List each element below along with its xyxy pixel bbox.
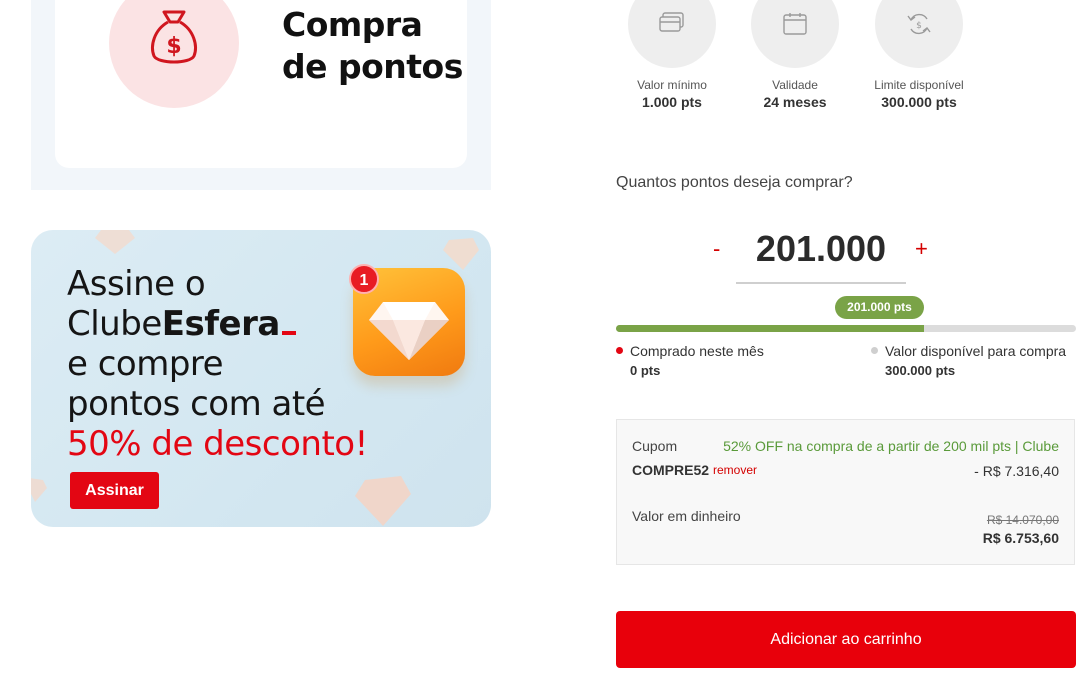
purchase-points-card-inner: $ Compra de pontos [55, 0, 467, 168]
clube-text: Clube [67, 304, 162, 344]
subscribe-button[interactable]: Assinar [70, 472, 159, 509]
banner-line-1: Assine o [67, 264, 206, 304]
banner-discount-text: 50% de desconto! [67, 424, 368, 464]
diamond-decoration-icon [443, 238, 479, 270]
svg-text:$: $ [916, 21, 922, 31]
purchase-points-title: Compra de pontos [282, 4, 463, 88]
banner-line-2: ClubeEsfera [67, 304, 296, 344]
purchase-progress-bar [616, 325, 1076, 332]
diamond-decoration-icon [355, 476, 411, 526]
diamond-decoration-icon [31, 478, 47, 502]
feature-value: 300.000 pts [881, 94, 957, 110]
svg-text:$: $ [166, 34, 181, 59]
banner-line-4: pontos com até [67, 384, 326, 424]
cash-value-label: Valor em dinheiro [632, 508, 741, 524]
feature-value: 1.000 pts [642, 94, 702, 110]
title-line-1: Compra [282, 5, 423, 44]
feature-validity: Validade 24 meses [740, 0, 850, 110]
legend-bought-value: 0 pts [630, 363, 661, 378]
diamond-decoration-icon [95, 230, 135, 254]
coupon-label: Cupom [632, 438, 678, 454]
esfera-text: Esfera [161, 304, 281, 344]
progress-tooltip: 201.000 pts [835, 296, 924, 319]
increment-button[interactable]: + [915, 236, 928, 262]
calendar-icon [751, 0, 839, 68]
quantity-input[interactable]: 201.000 [736, 224, 906, 284]
purchase-points-card: $ Compra de pontos [31, 0, 491, 190]
legend-bought-label: Comprado neste mês [630, 343, 764, 359]
feature-min-value: Valor mínimo 1.000 pts [617, 0, 727, 110]
clube-esfera-banner[interactable]: Assine o ClubeEsfera e compre pontos com… [31, 230, 491, 527]
money-bag-icon: $ [109, 0, 239, 108]
bought-dot-icon [616, 347, 623, 354]
legend-available-value: 300.000 pts [885, 363, 956, 378]
remove-coupon-link[interactable]: remover [713, 463, 757, 477]
available-dot-icon [871, 347, 878, 354]
decrement-button[interactable]: - [713, 236, 720, 262]
banner-line-3: e compre [67, 344, 224, 384]
coupon-promo-text: 52% OFF na compra de a partir de 200 mil… [723, 438, 1059, 454]
notification-badge: 1 [349, 264, 379, 294]
legend-available: Valor disponível para compra 300.000 pts [871, 343, 1066, 378]
card-icon [628, 0, 716, 68]
feature-label: Limite disponível [874, 78, 964, 92]
feature-value: 24 meses [763, 94, 827, 110]
coupon-code: COMPRE52 [632, 462, 710, 478]
feature-available-limit: $ Limite disponível 300.000 pts [864, 0, 974, 110]
feature-label: Validade [772, 78, 818, 92]
final-price: R$ 6.753,60 [982, 530, 1059, 546]
progress-fill [616, 325, 925, 332]
refresh-icon: $ [875, 0, 963, 68]
brand-dash [281, 331, 296, 335]
add-to-cart-button[interactable]: Adicionar ao carrinho [616, 611, 1076, 668]
coupon-discount: - R$ 7.316,40 [974, 463, 1059, 479]
legend-bought: Comprado neste mês 0 pts [616, 343, 764, 378]
title-line-2: de pontos [282, 47, 463, 86]
legend-available-label: Valor disponível para compra [885, 343, 1067, 359]
quantity-question: Quantos pontos deseja comprar? [616, 174, 853, 191]
original-price: R$ 14.070,00 [986, 513, 1059, 527]
coupon-summary: Cupom 52% OFF na compra de a partir de 2… [616, 419, 1075, 565]
feature-label: Valor mínimo [637, 78, 707, 92]
